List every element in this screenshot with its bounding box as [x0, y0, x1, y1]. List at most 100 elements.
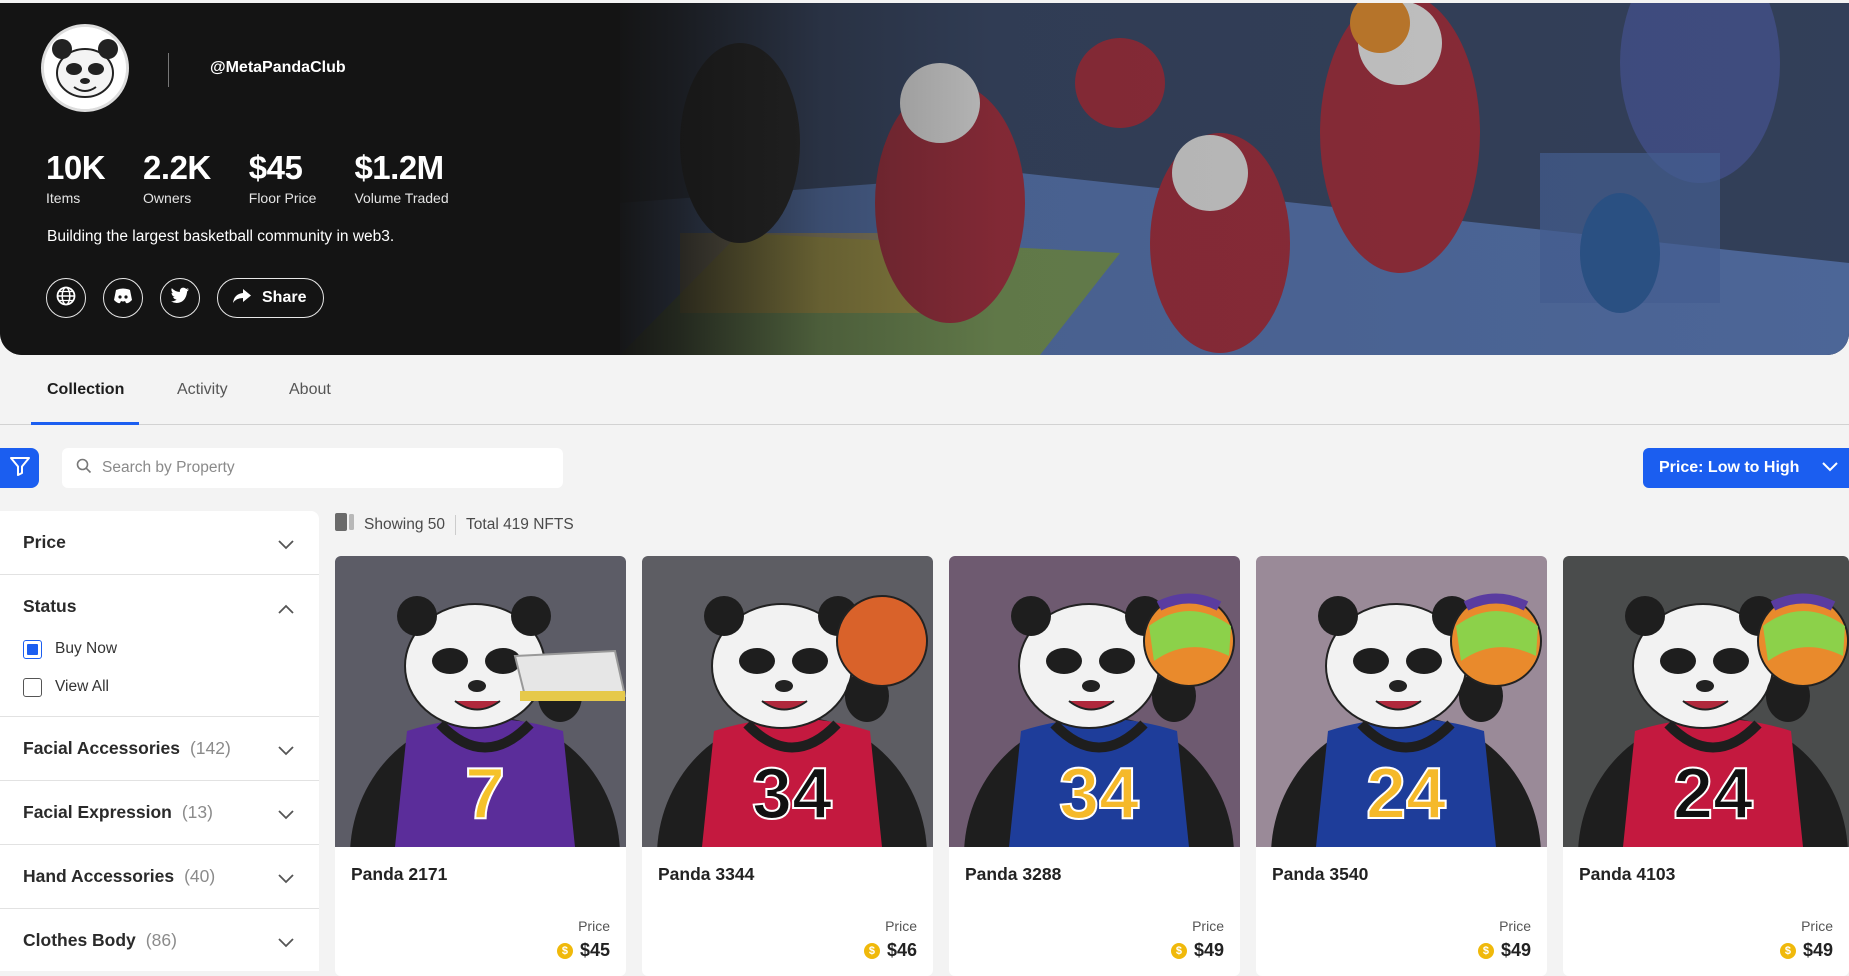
- filter-hand-accessories[interactable]: Hand Accessories (40): [0, 845, 319, 909]
- nft-name: Panda 2171: [351, 864, 448, 884]
- filter-label: Hand Accessories: [23, 866, 175, 886]
- coin-icon: $: [863, 942, 880, 959]
- nft-image: 34: [642, 556, 933, 847]
- checkbox-buy-now[interactable]: [23, 639, 42, 659]
- filter-sidebar: Price Status Buy Now View All Facial Acc…: [0, 511, 319, 971]
- collection-stats: 10K Items 2.2K Owners $45 Floor Price $1.2M…: [46, 151, 487, 206]
- chevron-down-icon[interactable]: [277, 535, 295, 556]
- option-label: View All: [55, 678, 109, 695]
- nft-image: 24: [1563, 556, 1849, 847]
- tab-activity[interactable]: Activity: [177, 381, 228, 399]
- stat-volume-traded: $1.2M Volume Traded: [354, 149, 449, 206]
- header-divider: [168, 53, 169, 87]
- total-count: Total 419 NFTS: [466, 515, 574, 533]
- filter-toggle-button[interactable]: [0, 448, 39, 488]
- nft-price: $ $49: [1170, 940, 1224, 961]
- search-input[interactable]: [102, 459, 522, 477]
- filter-facial-accessories[interactable]: Facial Accessories (142): [0, 717, 319, 781]
- website-button[interactable]: [46, 278, 86, 318]
- collection-handle[interactable]: @MetaPandaClub: [210, 59, 346, 77]
- tab-collection[interactable]: Collection: [47, 381, 124, 399]
- property-search[interactable]: [62, 448, 563, 488]
- filter-label: Facial Expression: [23, 802, 172, 822]
- collection-avatar: [41, 24, 129, 112]
- chevron-down-icon[interactable]: [277, 933, 295, 954]
- coin-icon: $: [1477, 942, 1494, 959]
- results-summary: Showing 50 Total 419 NFTS: [335, 513, 574, 536]
- price-label: Price: [1801, 918, 1833, 934]
- filter-count: (13): [181, 802, 213, 822]
- nft-card[interactable]: 24 Panda 4103 Price $ $49: [1563, 556, 1849, 976]
- search-icon: [76, 458, 92, 479]
- filter-count: (142): [189, 738, 231, 758]
- stat-items: 10K Items: [46, 149, 106, 206]
- coin-icon: $: [1170, 942, 1187, 959]
- checkbox-view-all[interactable]: [23, 677, 42, 697]
- filter-label: Clothes Body: [23, 930, 136, 950]
- nft-image: 7: [335, 556, 626, 847]
- jersey-number: 34: [752, 754, 832, 834]
- nft-card[interactable]: 34 Panda 3288 Price $ $49: [949, 556, 1240, 976]
- nft-name: Panda 3288: [965, 864, 1062, 884]
- nft-price: $ $45: [556, 940, 610, 961]
- price-value: $49: [1500, 940, 1531, 960]
- filter-label: Facial Accessories: [23, 738, 180, 758]
- filter-status[interactable]: Status Buy Now View All: [0, 575, 319, 717]
- showing-count: Showing 50: [364, 515, 446, 533]
- price-label: Price: [885, 918, 917, 934]
- nft-card[interactable]: 7 Panda 2171 Price $ $45: [335, 556, 626, 976]
- chevron-down-icon[interactable]: [277, 869, 295, 890]
- active-tab-indicator: [31, 422, 139, 425]
- chevron-down-icon: [1821, 460, 1839, 478]
- jersey-number: 24: [1673, 754, 1753, 834]
- discord-button[interactable]: [103, 278, 143, 318]
- tab-about[interactable]: About: [289, 381, 331, 399]
- grid-view-icon[interactable]: [335, 513, 355, 536]
- jersey-number: 34: [1059, 754, 1139, 834]
- filter-price-label: Price: [23, 532, 66, 552]
- nft-image: 34: [949, 556, 1240, 847]
- stat-floor-price: $45 Floor Price: [248, 149, 317, 206]
- jersey-number: 24: [1366, 754, 1446, 834]
- sort-dropdown[interactable]: Price: Low to High: [1643, 448, 1849, 488]
- share-button[interactable]: Share: [217, 278, 325, 318]
- filter-price[interactable]: Price: [0, 511, 319, 575]
- coin-icon: $: [1779, 942, 1796, 959]
- nft-name: Panda 4103: [1579, 864, 1676, 884]
- collection-description: Building the largest basketball communit…: [47, 228, 395, 245]
- nft-name: Panda 3540: [1272, 864, 1369, 884]
- price-label: Price: [578, 918, 610, 934]
- option-label: Buy Now: [55, 640, 118, 657]
- twitter-icon: [170, 287, 190, 309]
- coin-icon: $: [556, 942, 573, 959]
- filter-facial-expression[interactable]: Facial Expression (13): [0, 781, 319, 845]
- discord-icon: [113, 288, 133, 309]
- tab-bar: Collection Activity About: [0, 355, 1849, 425]
- chevron-down-icon[interactable]: [277, 741, 295, 762]
- status-option-buy-now[interactable]: Buy Now: [0, 630, 319, 668]
- nft-image: 24: [1256, 556, 1547, 847]
- price-label: Price: [1192, 918, 1224, 934]
- share-label: Share: [262, 289, 307, 306]
- nft-card[interactable]: 24 Panda 3540 Price $ $49: [1256, 556, 1547, 976]
- nft-card[interactable]: 34 Panda 3344 Price $ $46: [642, 556, 933, 976]
- filter-count: (86): [145, 930, 177, 950]
- chevron-up-icon[interactable]: [277, 599, 295, 620]
- stat-owners: 2.2K Owners: [143, 149, 211, 206]
- share-icon: [232, 288, 252, 309]
- chevron-down-icon[interactable]: [277, 805, 295, 826]
- status-option-view-all[interactable]: View All: [0, 668, 319, 706]
- filter-clothes-body[interactable]: Clothes Body (86): [0, 909, 319, 972]
- nft-price: $ $49: [1477, 940, 1531, 961]
- price-value: $46: [886, 940, 917, 960]
- sort-label: Price: Low to High: [1659, 459, 1800, 476]
- jersey-number: 7: [465, 754, 505, 834]
- twitter-button[interactable]: [160, 278, 200, 318]
- nft-price: $ $49: [1779, 940, 1833, 961]
- social-links: Share: [46, 278, 325, 318]
- globe-icon: [56, 286, 76, 311]
- price-value: $49: [1802, 940, 1833, 960]
- price-label: Price: [1499, 918, 1531, 934]
- price-value: $49: [1193, 940, 1224, 960]
- filter-count: (40): [184, 866, 216, 886]
